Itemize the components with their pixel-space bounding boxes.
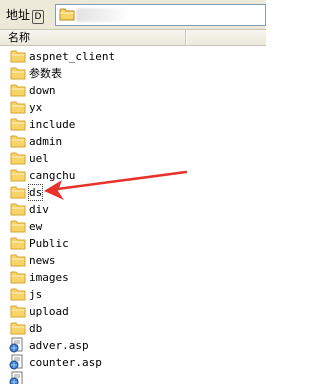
folder-icon bbox=[10, 168, 26, 182]
item-label: images bbox=[29, 271, 69, 284]
folder-item[interactable]: uel bbox=[0, 150, 186, 167]
item-label: upload bbox=[29, 305, 69, 318]
folder-icon bbox=[59, 8, 75, 21]
folder-item[interactable]: yx bbox=[0, 99, 186, 116]
asp-file-icon bbox=[9, 371, 25, 384]
column-header: 名称 bbox=[0, 30, 266, 46]
item-label: ew bbox=[29, 220, 43, 233]
item-label: counter.asp bbox=[29, 356, 102, 369]
address-input[interactable] bbox=[55, 4, 266, 26]
folder-icon bbox=[10, 134, 26, 148]
file-item[interactable]: counter.asp bbox=[0, 354, 186, 371]
item-label: uel bbox=[29, 152, 49, 165]
address-hotkey: D bbox=[32, 10, 45, 24]
column-name-header[interactable]: 名称 bbox=[0, 30, 186, 45]
blurred-path bbox=[76, 8, 128, 22]
address-bar: 地址 D bbox=[0, 0, 266, 30]
folder-icon bbox=[10, 151, 26, 165]
folder-icon bbox=[10, 287, 26, 301]
folder-item[interactable]: images bbox=[0, 269, 186, 286]
item-label: admin bbox=[29, 135, 63, 148]
folder-item[interactable]: ds bbox=[0, 184, 186, 201]
item-label: db bbox=[29, 322, 43, 335]
folder-icon bbox=[10, 185, 26, 199]
item-label: aspnet_client bbox=[29, 50, 116, 63]
folder-item[interactable]: 参数表 bbox=[0, 65, 186, 82]
folder-item[interactable]: js bbox=[0, 286, 186, 303]
folder-item[interactable]: ew bbox=[0, 218, 186, 235]
folder-icon bbox=[10, 49, 26, 63]
asp-file-icon bbox=[9, 337, 25, 353]
item-label: yx bbox=[29, 101, 43, 114]
folder-item[interactable]: Public bbox=[0, 235, 186, 252]
folder-icon bbox=[10, 321, 26, 335]
item-label: adver.asp bbox=[29, 339, 89, 352]
address-label: 地址 D bbox=[6, 7, 45, 24]
item-label: down bbox=[29, 84, 56, 97]
folder-item[interactable]: db bbox=[0, 320, 186, 337]
folder-item[interactable]: upload bbox=[0, 303, 186, 320]
folder-item[interactable]: admin bbox=[0, 133, 186, 150]
item-label: cangchu bbox=[29, 169, 76, 182]
item-label: news bbox=[29, 254, 56, 267]
folder-icon bbox=[10, 100, 26, 114]
item-label: include bbox=[29, 118, 76, 131]
folder-item[interactable]: down bbox=[0, 82, 186, 99]
item-label: 参数表 bbox=[29, 67, 62, 80]
file-list[interactable]: aspnet_client 参数表 down yx include admin uel can… bbox=[0, 46, 266, 384]
folder-icon bbox=[10, 219, 26, 233]
item-label: ds bbox=[28, 184, 44, 201]
item-label: js bbox=[29, 288, 43, 301]
folder-item[interactable]: aspnet_client bbox=[0, 48, 186, 65]
folder-icon bbox=[10, 304, 26, 318]
folder-item[interactable]: cangchu bbox=[0, 167, 186, 184]
folder-icon bbox=[10, 270, 26, 284]
folder-icon bbox=[10, 236, 26, 250]
folder-item[interactable]: news bbox=[0, 252, 186, 269]
folder-item[interactable]: div bbox=[0, 201, 186, 218]
file-item[interactable] bbox=[0, 371, 186, 384]
folder-icon bbox=[10, 83, 26, 97]
file-item[interactable]: adver.asp bbox=[0, 337, 186, 354]
item-label: Public bbox=[29, 237, 69, 250]
folder-icon bbox=[10, 66, 26, 80]
folder-icon bbox=[10, 117, 26, 131]
folder-icon bbox=[10, 202, 26, 216]
asp-file-icon bbox=[9, 354, 25, 370]
column-header-next[interactable] bbox=[186, 30, 266, 45]
folder-icon bbox=[10, 253, 26, 267]
folder-item[interactable]: include bbox=[0, 116, 186, 133]
item-label: div bbox=[29, 203, 49, 216]
